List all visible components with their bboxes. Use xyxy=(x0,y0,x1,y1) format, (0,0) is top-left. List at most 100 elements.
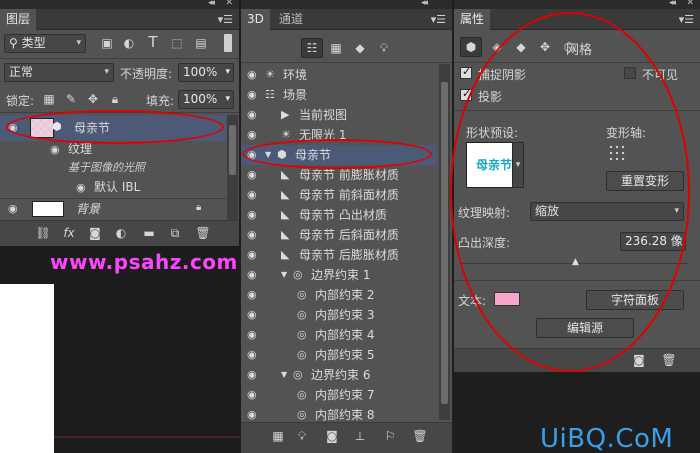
3d-item-current-view[interactable]: ◉ ▶ 当前视图 xyxy=(241,105,437,125)
3d-item-boundary-constraint-6[interactable]: ◉ ▼ ◎ 边界约束 6 xyxy=(241,365,437,385)
reset-deform-button[interactable]: 重置变形 xyxy=(606,171,684,191)
3d-item-internal-constraint-4[interactable]: ◉ ◎ 内部约束 4 xyxy=(241,325,437,345)
scroll-thumb[interactable] xyxy=(441,82,448,404)
eye-icon[interactable]: ◉ xyxy=(247,365,257,385)
eye-icon[interactable]: ◉ xyxy=(247,125,257,145)
eye-icon[interactable]: ◉ xyxy=(8,121,18,134)
layer-row-selected[interactable]: ◉ ⬢ 母亲节 xyxy=(0,115,226,141)
tab-channels[interactable]: 通道 xyxy=(273,9,309,30)
filter-meshes-icon[interactable]: ▦ xyxy=(327,39,345,57)
link-icon[interactable]: ⛓ xyxy=(34,224,52,242)
eye-icon[interactable]: ◉ xyxy=(247,105,257,125)
lock-move-icon[interactable]: ✥ xyxy=(84,90,102,108)
3d-item-internal-constraint-3[interactable]: ◉ ◎ 内部约束 3 xyxy=(241,305,437,325)
3d-item-mesh[interactable]: ◉ ▼ ⬢ 母亲节 xyxy=(241,145,437,165)
eye-icon[interactable]: ◉ xyxy=(247,385,257,405)
constraint-icon[interactable]: ⚐ xyxy=(381,427,399,445)
scroll-thumb[interactable] xyxy=(229,125,236,175)
eye-icon[interactable]: ◉ xyxy=(247,165,257,185)
eye-icon[interactable]: ◉ xyxy=(247,285,257,305)
layer-row-background[interactable]: ◉ 背景 🔒︎ xyxy=(0,199,226,219)
filter-pixel-icon[interactable]: ▣ xyxy=(98,34,116,52)
3d-scrollbar[interactable] xyxy=(439,64,450,420)
3d-item-env[interactable]: ◉ ☀ 环境 xyxy=(241,65,437,85)
trash-icon[interactable]: 🗑︎ xyxy=(411,427,429,445)
opacity-field[interactable]: 100% ▾ xyxy=(178,63,234,82)
new-layer-icon[interactable]: ⧉ xyxy=(166,224,184,242)
deform-axis-grid[interactable] xyxy=(608,144,626,162)
ground-icon[interactable]: ⊥ xyxy=(351,427,369,445)
catch-shadow-checkbox[interactable] xyxy=(460,65,472,79)
invisible-checkbox[interactable] xyxy=(624,67,636,79)
3d-item-front-inflate-material[interactable]: ◉ ◣ 母亲节 前膨胀材质 xyxy=(241,165,437,185)
3d-item-boundary-constraint-1[interactable]: ◉ ▼ ◎ 边界约束 1 xyxy=(241,265,437,285)
layer-ibl[interactable]: 基于图像的光照 xyxy=(68,158,145,178)
filter-adjust-icon[interactable]: ◐ xyxy=(120,34,138,52)
3d-item-internal-constraint-2[interactable]: ◉ ◎ 内部约束 2 xyxy=(241,285,437,305)
layer-texture[interactable]: 纹理 xyxy=(68,139,92,159)
eye-icon[interactable]: ◉ xyxy=(247,325,257,345)
light-icon[interactable]: 💡︎ xyxy=(293,427,311,445)
lock-paint-icon[interactable]: ✎ xyxy=(62,90,80,108)
layers-scrollbar[interactable] xyxy=(227,115,238,220)
tab-properties[interactable]: 属性 xyxy=(454,9,491,30)
text-color-swatch[interactable] xyxy=(494,292,520,306)
coordinates-icon[interactable]: ✥ xyxy=(536,38,554,56)
tab-3d[interactable]: 3D xyxy=(241,9,270,30)
filter-materials-icon[interactable]: ◆ xyxy=(351,39,369,57)
3d-item-back-inflate-material[interactable]: ◉ ◣ 母亲节 后膨胀材质 xyxy=(241,245,437,265)
filter-smart-icon[interactable]: ▤ xyxy=(192,34,210,52)
eye-icon[interactable]: ◉ xyxy=(247,345,257,365)
mesh-tab-label[interactable]: 网格 xyxy=(566,39,592,58)
adjustment-icon[interactable]: ◐ xyxy=(112,224,130,242)
texture-map-dropdown[interactable]: 缩放 ▾ xyxy=(530,202,684,221)
panel-menu-icon[interactable]: ▾☰ xyxy=(679,13,694,26)
mesh-props-button[interactable]: ⬢ xyxy=(460,37,482,57)
fill-field[interactable]: 100% ▾ xyxy=(178,90,234,109)
character-panel-button[interactable]: 字符面板 xyxy=(586,290,684,310)
cast-shadow-checkbox[interactable] xyxy=(460,87,472,101)
filter-text-icon[interactable]: T xyxy=(144,33,162,51)
eye-icon[interactable]: ◉ xyxy=(50,143,60,156)
3d-item-scene[interactable]: ◉ ☷ 场景 xyxy=(241,85,437,105)
eye-icon[interactable]: ◉ xyxy=(247,85,257,105)
filter-shape-icon[interactable]: ⬚ xyxy=(168,34,186,52)
lock-transparent-icon[interactable]: ▦ xyxy=(40,90,58,108)
shape-preset-arrow[interactable]: ▾ xyxy=(512,142,524,188)
close-icon[interactable]: ✕ xyxy=(225,0,233,8)
fx-icon[interactable]: fx xyxy=(60,224,78,242)
close-icon[interactable]: ✕ xyxy=(686,0,694,8)
deform-icon[interactable]: ◈ xyxy=(488,38,506,56)
eye-icon[interactable]: ◉ xyxy=(76,181,86,194)
eye-icon[interactable]: ◉ xyxy=(247,145,257,165)
eye-icon[interactable]: ◉ xyxy=(247,305,257,325)
collapse-icon[interactable]: ◂◂ xyxy=(669,0,676,8)
trash-icon[interactable]: 🗑︎ xyxy=(194,224,212,242)
extrude-depth-field[interactable]: 236.28 像素 xyxy=(620,232,686,251)
cap-icon[interactable]: ◆ xyxy=(512,38,530,56)
3d-item-back-bevel-material[interactable]: ◉ ◣ 母亲节 后斜面材质 xyxy=(241,225,437,245)
render-icon[interactable]: ◙ xyxy=(630,351,648,369)
3d-item-front-bevel-material[interactable]: ◉ ◣ 母亲节 前斜面材质 xyxy=(241,185,437,205)
eye-icon[interactable]: ◉ xyxy=(247,225,257,245)
render-icon[interactable]: ◙ xyxy=(323,427,341,445)
panel-menu-icon[interactable]: ▾☰ xyxy=(431,13,446,26)
extrude-slider-handle[interactable]: ▲ xyxy=(572,257,579,267)
lock-all-icon[interactable]: 🔒︎ xyxy=(106,90,124,108)
edit-source-button[interactable]: 编辑源 xyxy=(536,318,634,338)
eye-icon[interactable]: ◉ xyxy=(8,202,18,215)
filter-type-dropdown[interactable]: ⚲ 类型 ▾ xyxy=(4,34,86,53)
mask-icon[interactable]: ◙ xyxy=(86,224,104,242)
eye-icon[interactable]: ◉ xyxy=(247,65,257,85)
eye-icon[interactable]: ◉ xyxy=(247,205,257,225)
3d-item-extrusion-material[interactable]: ◉ ◣ 母亲节 凸出材质 xyxy=(241,205,437,225)
3d-item-infinite-light[interactable]: ◉ ☀ 无限光 1 xyxy=(241,125,437,145)
expand-arrow-icon[interactable]: ▼ xyxy=(265,145,271,165)
trash-icon[interactable]: 🗑︎ xyxy=(660,351,678,369)
mesh-icon[interactable]: ▦ xyxy=(269,427,287,445)
collapse-icon[interactable]: ◂◂ xyxy=(208,0,215,8)
eye-icon[interactable]: ◉ xyxy=(247,245,257,265)
blend-mode-dropdown[interactable]: 正常 ▾ xyxy=(4,63,114,82)
expand-arrow-icon[interactable]: ▼ xyxy=(281,265,287,285)
collapse-icon[interactable]: ◂◂ xyxy=(421,0,428,8)
